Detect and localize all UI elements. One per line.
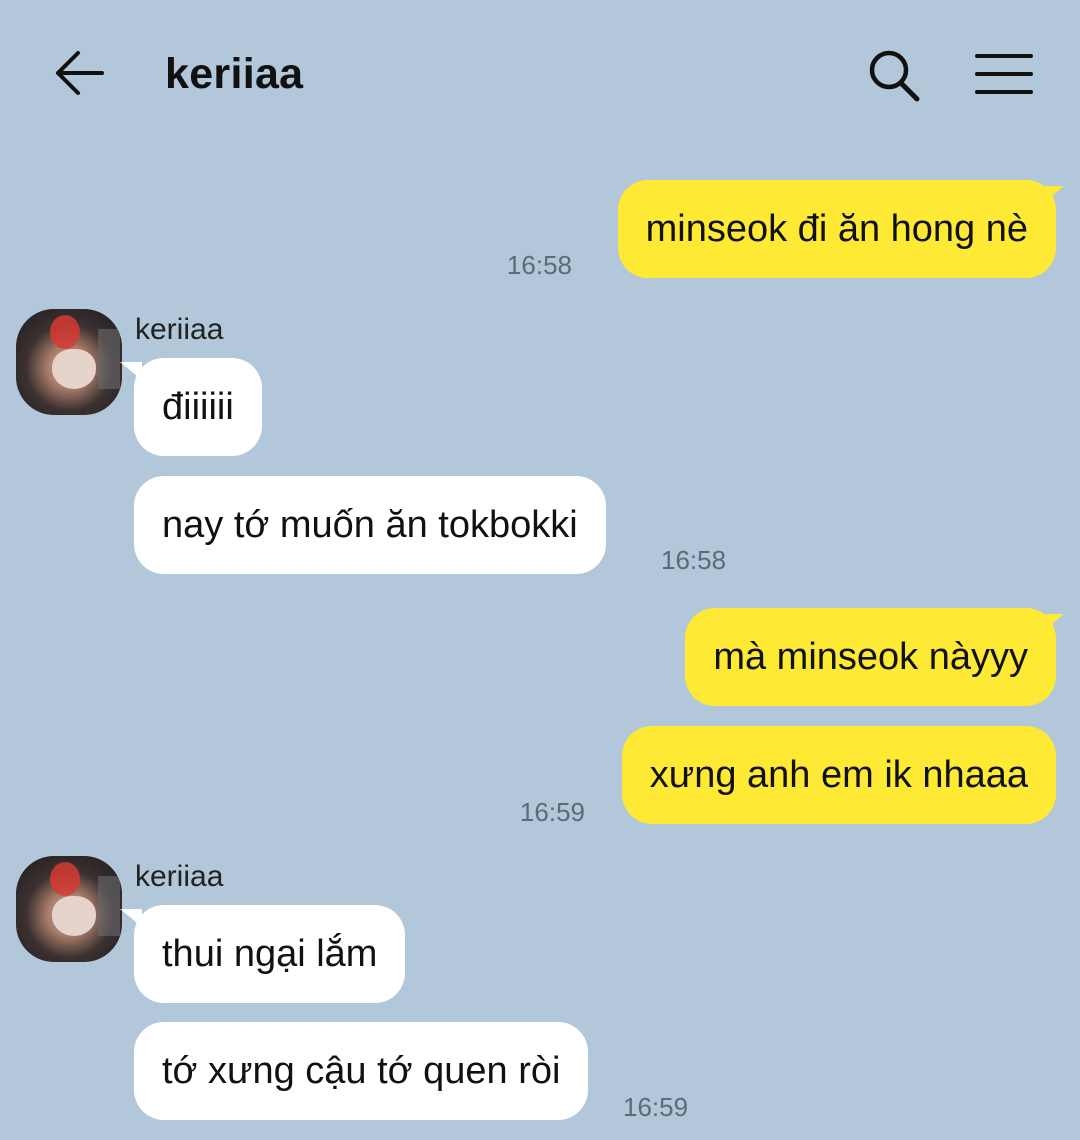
- sender-name: keriiaa: [135, 860, 224, 893]
- avatar[interactable]: [16, 856, 122, 962]
- message-text: mà minseok nàyyy: [713, 636, 1028, 678]
- hamburger-menu-icon[interactable]: [974, 50, 1034, 98]
- message-timestamp: 16:58: [506, 250, 572, 280]
- message-text: nay tớ muốn ăn tokbokki: [162, 504, 578, 546]
- message-timestamp: 16:59: [623, 1092, 689, 1122]
- message-timestamp: 16:58: [661, 545, 727, 575]
- bubble-tail: [1042, 186, 1064, 204]
- message-text: thui ngại lắm: [162, 933, 378, 975]
- message-text: minseok đi ăn hong nè: [645, 208, 1028, 250]
- incoming-message-bubble[interactable]: tớ xưng cậu tớ quen ròi: [134, 1022, 589, 1120]
- outgoing-message-bubble[interactable]: xưng anh em ik nhaaa: [621, 726, 1056, 824]
- incoming-message-bubble[interactable]: điiiiii: [134, 358, 262, 456]
- incoming-message-bubble[interactable]: thui ngại lắm: [134, 905, 406, 1003]
- bubble-tail: [1042, 614, 1064, 632]
- back-arrow-icon[interactable]: [52, 48, 108, 98]
- message-text: tớ xưng cậu tớ quen ròi: [162, 1050, 561, 1092]
- avatar[interactable]: [16, 309, 122, 415]
- message-text: điiiiii: [162, 386, 234, 428]
- outgoing-message-bubble[interactable]: minseok đi ăn hong nè: [617, 180, 1056, 278]
- outgoing-message-bubble[interactable]: mà minseok nàyyy: [685, 608, 1056, 706]
- message-text: xưng anh em ik nhaaa: [649, 754, 1028, 796]
- message-timestamp: 16:59: [519, 797, 585, 827]
- search-icon[interactable]: [866, 48, 922, 104]
- incoming-message-bubble[interactable]: nay tớ muốn ăn tokbokki: [134, 476, 606, 574]
- sender-name: keriiaa: [135, 313, 224, 346]
- chat-title: keriiaa: [165, 50, 304, 98]
